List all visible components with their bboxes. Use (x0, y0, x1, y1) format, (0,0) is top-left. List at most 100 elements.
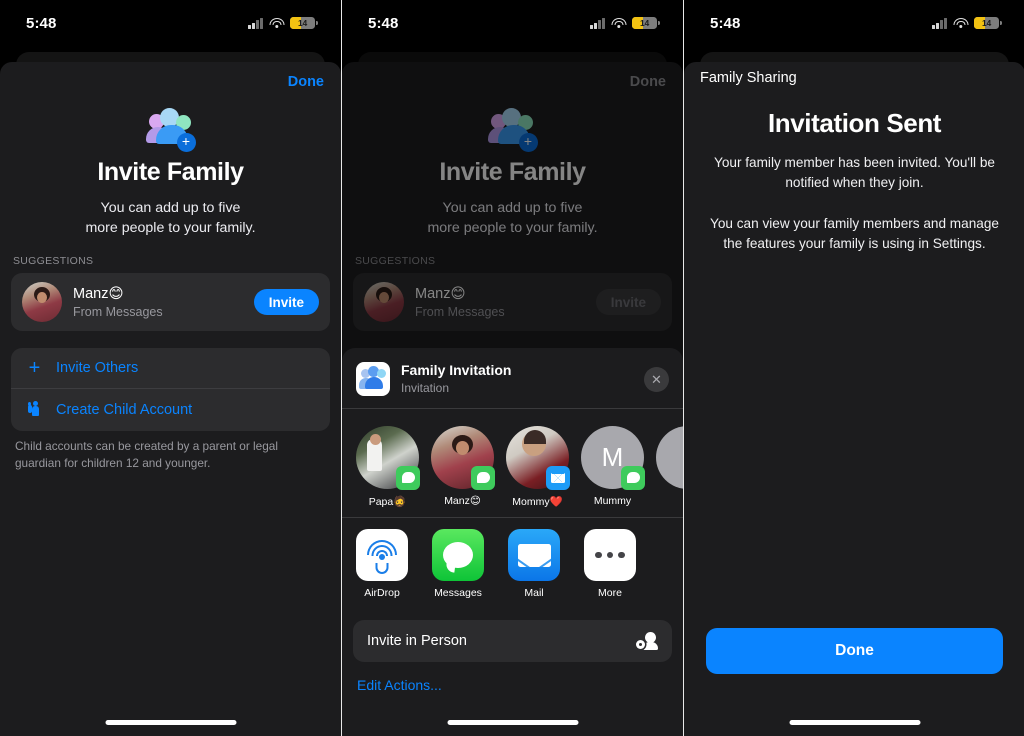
status-bar: 5:48 14 (342, 0, 683, 46)
avatar (506, 425, 570, 490)
share-app-mail[interactable]: Mail (508, 529, 560, 599)
contact-item[interactable]: Mommy❤️ (506, 425, 570, 508)
battery-icon: 14 (632, 16, 660, 30)
page-subtitle: You can add up to five more people to yo… (0, 198, 341, 238)
wifi-icon (611, 17, 626, 29)
wifi-icon (953, 17, 968, 29)
page-subtitle: You can add up to five more people to yo… (342, 198, 683, 238)
avatar (22, 282, 62, 323)
app-label: Messages (434, 587, 482, 600)
contact-item[interactable]: Manz😊 (431, 425, 495, 508)
create-child-account-row[interactable]: Create Child Account (11, 388, 330, 431)
screen-invite-family: 5:48 14 Done + Invite Family You can add… (0, 0, 341, 736)
close-icon[interactable]: ✕ (644, 366, 669, 392)
share-document-subtitle: Invitation (401, 380, 450, 395)
battery-icon: 14 (290, 16, 318, 30)
avatar (431, 425, 495, 490)
status-bar-indicators: 14 (248, 16, 318, 30)
wifi-icon (269, 17, 284, 29)
mail-icon (508, 529, 560, 582)
status-bar-time: 5:48 (710, 14, 741, 32)
avatar (364, 282, 404, 323)
battery-percent-label: 14 (297, 18, 308, 28)
battery-percent-label: 14 (639, 18, 650, 28)
edit-actions-link[interactable]: Edit Actions... (342, 662, 683, 693)
suggestion-row: Manz😊 From Messages Invite (353, 273, 672, 331)
status-bar-indicators: 14 (590, 16, 660, 30)
subtitle-line-1: You can add up to five (100, 200, 241, 216)
avatar: M (581, 425, 645, 490)
plus-icon: + (28, 357, 41, 380)
avatar-initial: M (601, 441, 624, 472)
contact-item[interactable]: M Mummy (581, 425, 645, 508)
contact-source: From Messages (415, 304, 505, 319)
invite-button[interactable]: Invite (253, 289, 319, 316)
share-sheet-header: Family Invitation Invitation ✕ (342, 348, 683, 408)
done-button[interactable]: Done (288, 74, 324, 90)
subtitle-line-2: more people to your family. (85, 220, 256, 237)
subtitle-line-1: You can add up to five (442, 200, 583, 216)
status-bar-time: 5:48 (368, 14, 399, 32)
family-group-icon: + (485, 108, 541, 152)
share-sheet: Family Invitation Invitation ✕ Papa🧔 Man… (342, 348, 683, 736)
messages-badge-icon (396, 465, 420, 490)
suggestion-card: Manz😊 From Messages Invite (11, 273, 330, 332)
contact-name: Manz😊 (415, 285, 466, 302)
suggestion-text: Manz😊 From Messages (73, 285, 243, 320)
contact-name: Manz😊 (444, 494, 481, 507)
page-title: Invite Family (439, 158, 586, 186)
plus-badge-icon: + (176, 133, 196, 152)
share-app-more[interactable]: More (584, 529, 636, 599)
contact-suggestions-row[interactable]: Papa🧔 Manz😊 Mommy❤️ M Mummy (342, 409, 683, 517)
home-indicator (789, 720, 920, 725)
share-document-title: Family Invitation (401, 362, 512, 378)
suggestions-section-label: SUGGESTIONS (355, 255, 436, 268)
invitation-sent-body: Invitation Sent Your family member has b… (684, 108, 1024, 254)
contact-name: Mummy (593, 494, 632, 507)
cellular-signal-icon (932, 17, 947, 29)
page-title: Invite Family (97, 158, 244, 186)
cellular-signal-icon (590, 17, 605, 29)
messages-icon (432, 529, 484, 582)
share-apps-row[interactable]: AirDrop Messages Mail More (342, 517, 683, 607)
invite-family-sheet: Done + Invite Family You can add up to f… (0, 62, 341, 736)
family-group-icon: + (143, 108, 199, 152)
suggestions-section-label: SUGGESTIONS (13, 255, 94, 268)
home-indicator (105, 720, 236, 725)
invite-in-person-label: Invite in Person (367, 633, 467, 650)
family-invitation-icon (356, 362, 390, 397)
child-icon (26, 401, 43, 419)
share-app-airdrop[interactable]: AirDrop (356, 529, 408, 599)
invite-in-person-row[interactable]: Invite in Person (353, 620, 672, 663)
contact-name: Manz😊 (73, 285, 124, 302)
app-label: Mail (524, 587, 544, 600)
app-label: More (598, 587, 622, 600)
suggestion-row[interactable]: Manz😊 From Messages Invite (11, 273, 330, 331)
suggestion-card: Manz😊 From Messages Invite (353, 273, 672, 332)
airdrop-icon (356, 529, 408, 582)
invite-button: Invite (595, 289, 661, 316)
three-screenshot-strip: 5:48 14 Done + Invite Family You can add… (0, 0, 1024, 736)
status-bar: 5:48 14 (684, 0, 1024, 46)
contact-name: Papa🧔 (368, 495, 407, 508)
create-child-account-label: Create Child Account (56, 402, 193, 419)
mail-badge-icon (546, 465, 570, 490)
avatar (356, 425, 420, 490)
share-app-messages[interactable]: Messages (432, 529, 484, 599)
contact-item[interactable]: Papa🧔 (356, 425, 420, 508)
cellular-signal-icon (248, 17, 263, 29)
child-account-footnote: Child accounts can be created by a paren… (15, 439, 278, 470)
nav-title: Family Sharing (700, 70, 797, 86)
status-bar-indicators: 14 (932, 16, 1002, 30)
status-bar: 5:48 14 (0, 0, 341, 46)
battery-percent-label: 14 (981, 18, 992, 28)
contact-item-partial[interactable] (656, 425, 683, 508)
done-button[interactable]: Done (706, 628, 1003, 674)
done-button: Done (629, 74, 666, 90)
contact-name: Mommy❤️ (512, 495, 563, 508)
suggestion-text: Manz😊 From Messages (415, 285, 585, 320)
invite-others-label: Invite Others (56, 360, 139, 377)
avatar (656, 425, 683, 489)
share-sheet-title-block: Family Invitation Invitation (401, 362, 633, 396)
invite-others-row[interactable]: + Invite Others (11, 348, 330, 388)
